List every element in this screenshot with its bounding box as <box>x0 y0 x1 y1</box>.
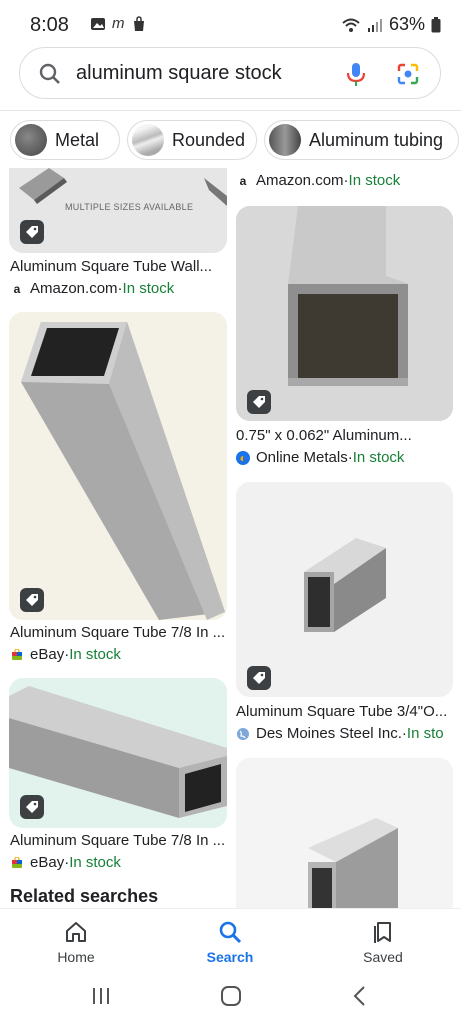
header-divider <box>0 110 461 111</box>
stock-status: In stock <box>69 854 121 871</box>
filter-chips: Metal Rounded Aluminum tubing <box>0 114 461 168</box>
microphone-icon[interactable] <box>344 61 368 87</box>
stock-status: In sto <box>406 725 444 742</box>
chip-metal[interactable]: Metal <box>10 120 120 160</box>
battery-level: 63% <box>388 14 425 34</box>
search-bar[interactable]: aluminum square stock <box>19 47 441 99</box>
price-tag-icon <box>26 226 38 238</box>
price-tag-icon <box>253 396 265 408</box>
stock-status: In stock <box>348 172 401 189</box>
gallery-icon <box>91 17 105 30</box>
result-source: a Amazon.com · In stock <box>10 280 228 297</box>
price-tag-icon <box>26 801 38 813</box>
source-name: Online Metals <box>256 449 348 466</box>
result-source: Des Moines Steel Inc. · In sto <box>236 725 458 742</box>
status-time: 8:08 <box>30 14 69 36</box>
chip-aluminum-tubing-thumbnail <box>269 124 301 156</box>
stock-status: In stock <box>122 280 175 297</box>
chip-rounded[interactable]: Rounded <box>127 120 257 160</box>
search-input[interactable]: aluminum square stock <box>76 62 282 85</box>
result-source: eBay · In stock <box>10 646 228 663</box>
related-searches-heading: Related searches <box>10 886 159 906</box>
search-icon <box>39 63 60 84</box>
chip-rounded-thumbnail <box>132 124 164 156</box>
product-tag-badge <box>20 588 44 612</box>
product-tag-badge <box>20 220 44 244</box>
result-image[interactable] <box>236 482 453 697</box>
source-name: Amazon.com <box>256 172 344 189</box>
search-icon <box>219 921 242 944</box>
product-image-tube <box>9 312 227 620</box>
price-tag-icon <box>253 672 265 684</box>
source-name: eBay <box>30 646 65 663</box>
product-image-tube <box>236 206 453 421</box>
back-icon[interactable] <box>352 985 368 1007</box>
result-title[interactable]: 0.75" x 0.062" Aluminum... <box>236 427 454 444</box>
status-bar: 8:08 m 63% <box>0 0 461 48</box>
nav-saved-label: Saved <box>363 949 403 965</box>
nav-saved[interactable]: Saved <box>333 919 433 965</box>
source-name: eBay <box>30 854 65 871</box>
signal-icon <box>367 18 382 32</box>
globe-favicon-icon <box>236 727 250 741</box>
nav-home[interactable]: Home <box>26 919 126 965</box>
product-tag-badge <box>247 390 271 414</box>
notification-m-icon: m <box>112 15 125 32</box>
results-grid: MULTIPLE SIZES AVAILABLE Aluminum Square… <box>0 168 461 908</box>
online-metals-favicon-icon: ◐ <box>236 450 250 465</box>
result-source: eBay · In stock <box>10 854 228 871</box>
shopping-bag-icon <box>133 15 144 31</box>
result-source: ◐ Online Metals · In stock <box>236 449 458 466</box>
stock-status: In stock <box>69 646 121 663</box>
nav-search-label: Search <box>206 949 254 965</box>
ebay-favicon-icon <box>10 856 24 870</box>
battery-icon <box>431 16 441 32</box>
source-name: Des Moines Steel Inc. <box>256 725 402 742</box>
home-icon <box>66 922 86 942</box>
home-button-icon[interactable] <box>220 985 242 1007</box>
recent-apps-icon[interactable] <box>90 986 112 1006</box>
result-source: a Amazon.com · In stock <box>236 172 456 189</box>
bottom-navigation: Home Search Saved <box>0 908 461 971</box>
result-image[interactable]: MULTIPLE SIZES AVAILABLE <box>9 168 227 253</box>
chip-label: Metal <box>55 129 100 150</box>
chip-label: Rounded <box>172 129 246 150</box>
chip-metal-thumbnail <box>15 124 47 156</box>
result-image[interactable] <box>236 758 453 908</box>
result-image[interactable] <box>9 678 227 828</box>
result-title[interactable]: Aluminum Square Tube Wall... <box>10 258 228 275</box>
ebay-favicon-icon <box>10 648 24 662</box>
product-image-tube <box>236 758 453 908</box>
amazon-favicon-icon: a <box>239 173 247 188</box>
wifi-icon <box>342 18 360 32</box>
price-tag-icon <box>26 594 38 606</box>
result-title[interactable]: Aluminum Square Tube 7/8 In ... <box>10 624 228 641</box>
result-image[interactable] <box>9 312 227 620</box>
stock-status: In stock <box>352 449 405 466</box>
saved-collections-icon <box>374 922 391 943</box>
system-navigation-bar <box>0 970 461 1024</box>
image-caption: MULTIPLE SIZES AVAILABLE <box>65 202 194 212</box>
amazon-favicon-icon: a <box>13 281 21 296</box>
product-tag-badge <box>20 795 44 819</box>
result-title[interactable]: Aluminum Square Tube 3/4"O... <box>236 703 454 720</box>
source-name: Amazon.com <box>30 280 118 297</box>
chip-aluminum-tubing[interactable]: Aluminum tubing <box>264 120 459 160</box>
product-image-tube <box>236 482 453 697</box>
nav-search[interactable]: Search <box>180 919 280 965</box>
nav-home-label: Home <box>57 949 95 965</box>
product-tag-badge <box>247 666 271 690</box>
result-title[interactable]: Aluminum Square Tube 7/8 In ... <box>10 832 228 849</box>
google-lens-icon[interactable] <box>396 62 420 86</box>
result-image[interactable] <box>236 206 453 421</box>
chip-label: Aluminum tubing <box>309 129 444 150</box>
